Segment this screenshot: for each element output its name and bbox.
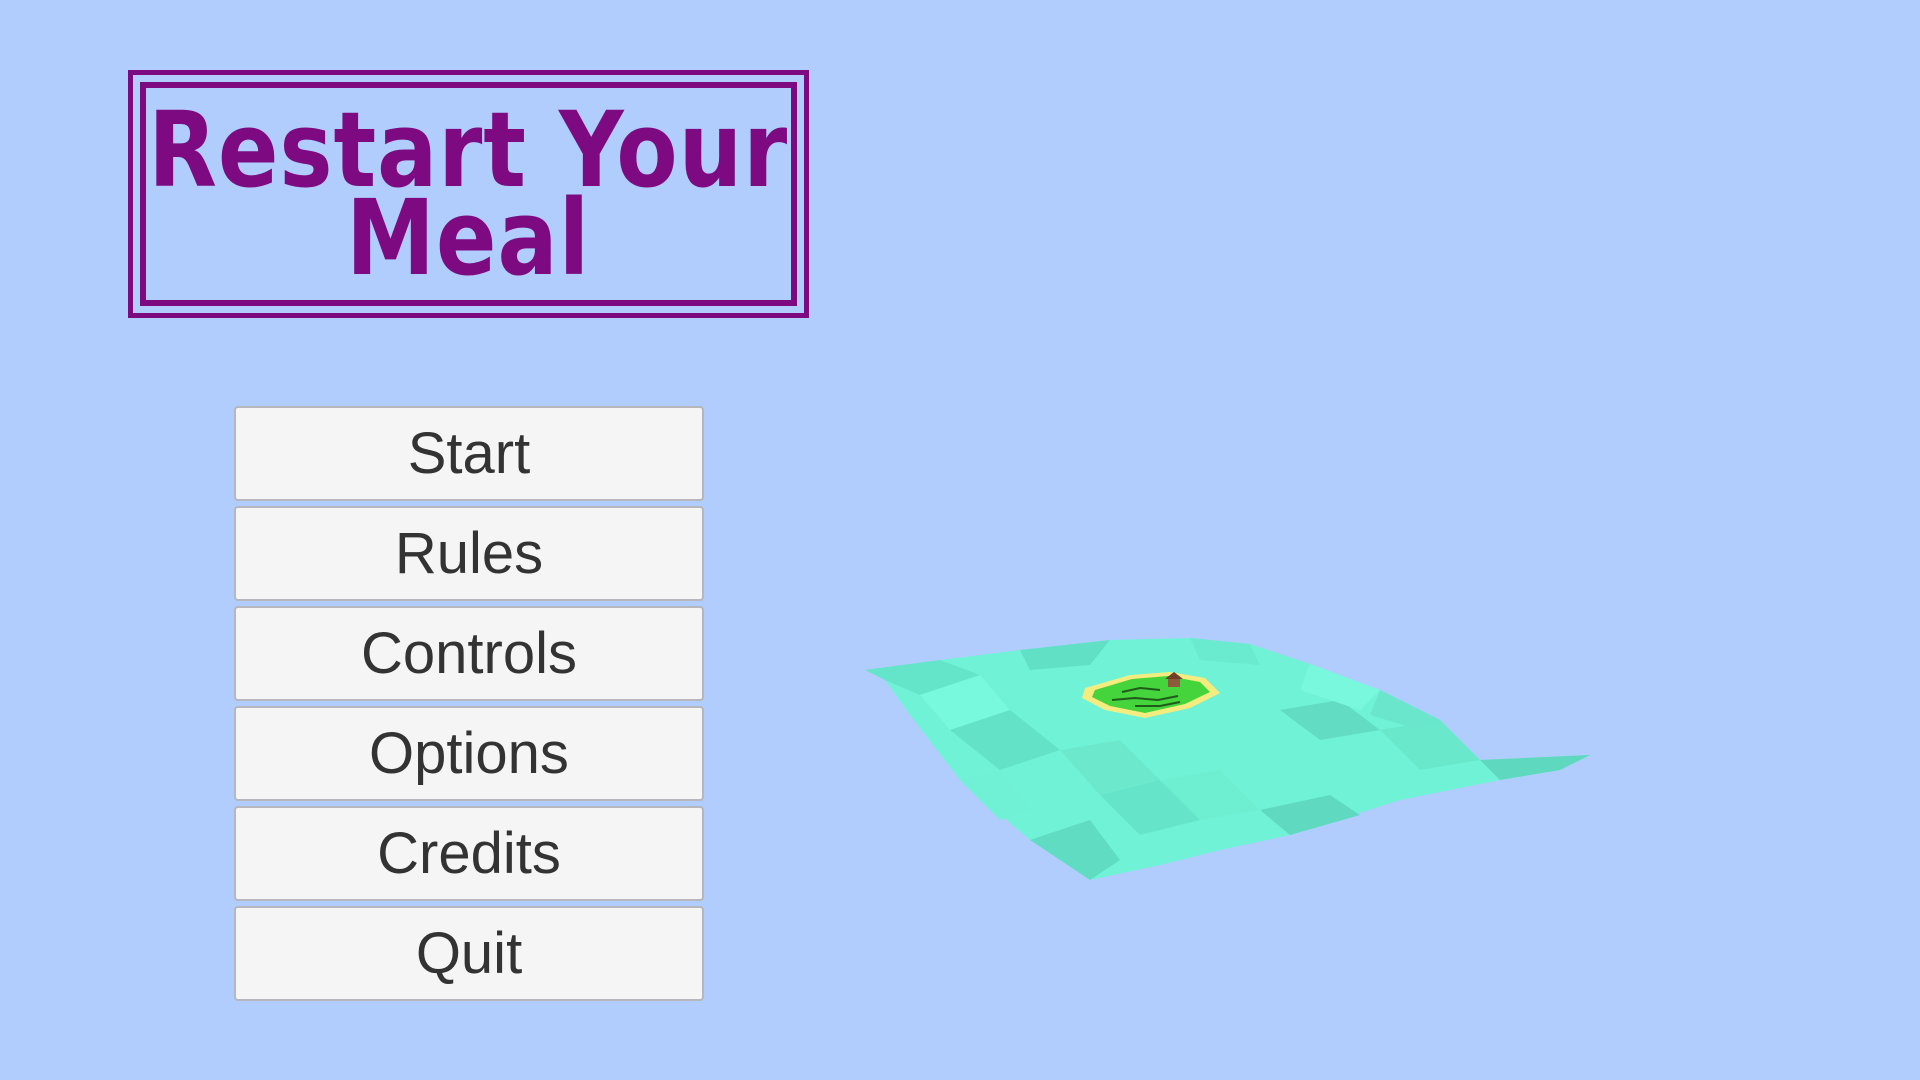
options-button[interactable]: Options [234,706,704,801]
main-menu: Start Rules Controls Options Credits Qui… [234,406,704,1006]
title-frame-inner: Restart Your Meal [140,82,797,306]
rules-button[interactable]: Rules [234,506,704,601]
quit-button[interactable]: Quit [234,906,704,1001]
ocean-plane [865,638,1590,880]
credits-button[interactable]: Credits [234,806,704,901]
controls-button[interactable]: Controls [234,606,704,701]
main-menu-screen: Restart Your Meal Start Rules Controls O… [0,0,1920,1080]
game-title: Restart Your Meal [149,98,789,290]
title-frame: Restart Your Meal [128,70,809,318]
island-scene [865,638,1590,880]
start-button[interactable]: Start [234,406,704,501]
